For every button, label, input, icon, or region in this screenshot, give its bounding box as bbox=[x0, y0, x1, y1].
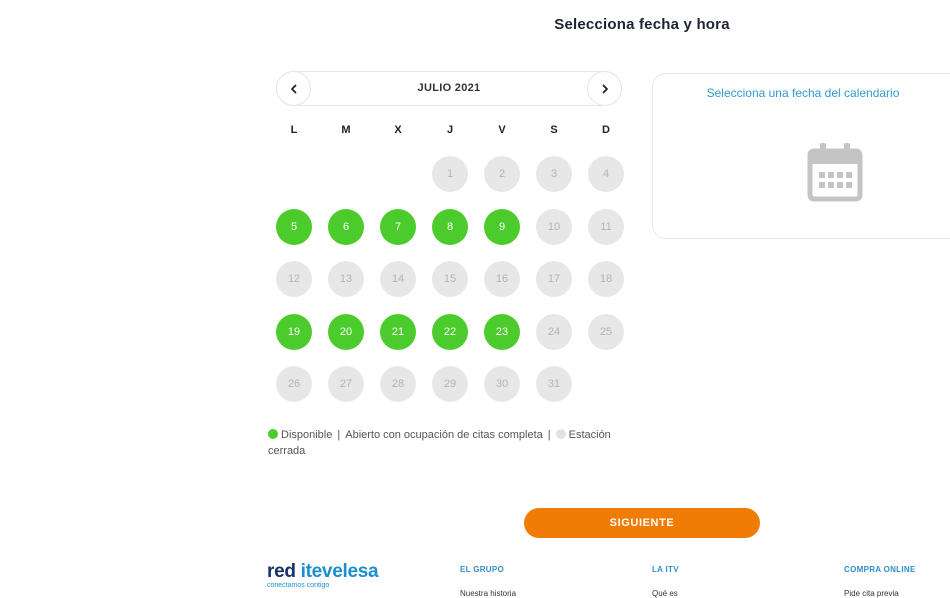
time-panel-message: Selecciona una fecha del calendario bbox=[706, 86, 900, 100]
day-closed: 13 bbox=[328, 261, 364, 297]
weekday-label: X bbox=[394, 124, 402, 136]
day-available[interactable]: 19 bbox=[276, 314, 312, 350]
day-closed: 30 bbox=[484, 366, 520, 402]
legend-separator: | bbox=[337, 429, 341, 441]
day-available[interactable]: 23 bbox=[484, 314, 520, 350]
day-closed: 12 bbox=[276, 261, 312, 297]
weekday-label: L bbox=[290, 124, 298, 136]
footer-column-el-grupo: EL GRUPO Nuestra historia bbox=[460, 565, 516, 598]
weekday-label: M bbox=[341, 124, 351, 136]
footer-column-compra-online: COMPRA ONLINE Pide cita previa bbox=[844, 565, 916, 598]
day-closed: 29 bbox=[432, 366, 468, 402]
weekday-label: D bbox=[602, 124, 610, 136]
brand-name-part1: red bbox=[267, 561, 301, 582]
closed-dot-icon bbox=[555, 429, 566, 439]
day-available[interactable]: 7 bbox=[380, 209, 416, 245]
brand-logo[interactable]: red itevelesa conectamos contigo bbox=[267, 561, 379, 590]
next-button[interactable]: SIGUIENTE bbox=[524, 508, 760, 538]
weekday-label: V bbox=[498, 124, 506, 136]
day-available[interactable]: 21 bbox=[380, 314, 416, 350]
day-available[interactable]: 9 bbox=[484, 209, 520, 245]
chevron-right-icon bbox=[602, 84, 608, 93]
day-closed: 3 bbox=[536, 156, 572, 192]
calendar-icon bbox=[807, 143, 863, 202]
time-slot-panel: Selecciona una fecha del calendario bbox=[652, 73, 950, 239]
day-closed: 15 bbox=[432, 261, 468, 297]
legend: Disponible | Abierto con ocupación de cita… bbox=[268, 427, 628, 459]
day-closed: 18 bbox=[588, 261, 624, 297]
footer-heading: COMPRA ONLINE bbox=[844, 565, 916, 574]
footer-heading: EL GRUPO bbox=[460, 565, 505, 574]
day-closed: 24 bbox=[536, 314, 572, 350]
weekday-label: S bbox=[550, 124, 558, 136]
footer-heading: LA ITV bbox=[652, 565, 679, 574]
available-dot-icon bbox=[268, 429, 278, 439]
day-closed: 16 bbox=[484, 261, 520, 297]
day-closed: 31 bbox=[536, 366, 572, 402]
day-closed: 11 bbox=[588, 209, 624, 245]
legend-full: Abierto con ocupación de citas completa bbox=[345, 429, 543, 441]
brand-name-part2: itevelesa bbox=[300, 561, 379, 582]
page-title: Selecciona fecha y hora bbox=[554, 16, 730, 33]
day-available[interactable]: 6 bbox=[328, 209, 364, 245]
month-label: JULIO 2021 bbox=[417, 82, 481, 94]
day-available[interactable]: 20 bbox=[328, 314, 364, 350]
day-closed: 14 bbox=[380, 261, 416, 297]
brand-tagline: conectamos contigo bbox=[267, 582, 330, 589]
day-closed: 2 bbox=[484, 156, 520, 192]
day-closed: 26 bbox=[276, 366, 312, 402]
next-month-button[interactable] bbox=[587, 71, 622, 106]
day-available[interactable]: 5 bbox=[276, 209, 312, 245]
weekday-label: J bbox=[446, 124, 454, 136]
day-closed: 27 bbox=[328, 366, 364, 402]
legend-separator: | bbox=[547, 429, 551, 441]
day-closed: 25 bbox=[588, 314, 624, 350]
day-closed: 4 bbox=[588, 156, 624, 192]
legend-available: Disponible bbox=[281, 429, 333, 441]
day-closed: 10 bbox=[536, 209, 572, 245]
day-available[interactable]: 8 bbox=[432, 209, 468, 245]
footer-column-la-itv: LA ITV Qué es bbox=[652, 565, 679, 598]
day-closed: 17 bbox=[536, 261, 572, 297]
day-closed: 28 bbox=[380, 366, 416, 402]
day-available[interactable]: 22 bbox=[432, 314, 468, 350]
day-closed: 1 bbox=[432, 156, 468, 192]
brand-name: red itevelesa bbox=[267, 561, 379, 582]
calendar-header: JULIO 2021 bbox=[276, 71, 622, 106]
